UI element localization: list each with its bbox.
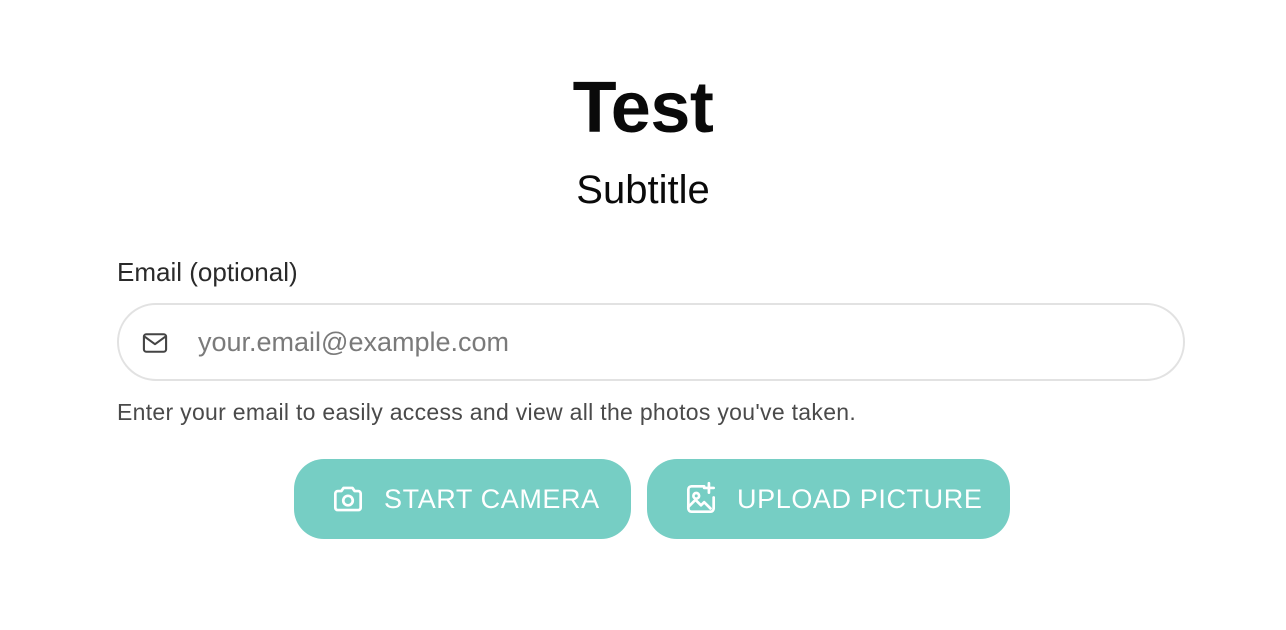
upload-picture-label: UPLOAD PICTURE (737, 484, 983, 514)
email-input[interactable] (198, 305, 1158, 379)
page: Test Subtitle Email (optional) Enter you… (0, 0, 1286, 630)
start-camera-button[interactable]: START CAMERA (294, 459, 631, 539)
image-plus-icon (686, 481, 716, 514)
mail-icon (142, 333, 168, 353)
start-camera-label: START CAMERA (384, 484, 600, 514)
email-label: Email (optional) (117, 257, 298, 287)
email-helper-text: Enter your email to easily access and vi… (117, 399, 857, 425)
page-title: Test (572, 68, 714, 148)
email-field[interactable] (117, 303, 1185, 381)
page-subtitle: Subtitle (576, 168, 710, 212)
upload-picture-button[interactable]: UPLOAD PICTURE (647, 459, 1010, 539)
camera-icon (333, 486, 363, 512)
